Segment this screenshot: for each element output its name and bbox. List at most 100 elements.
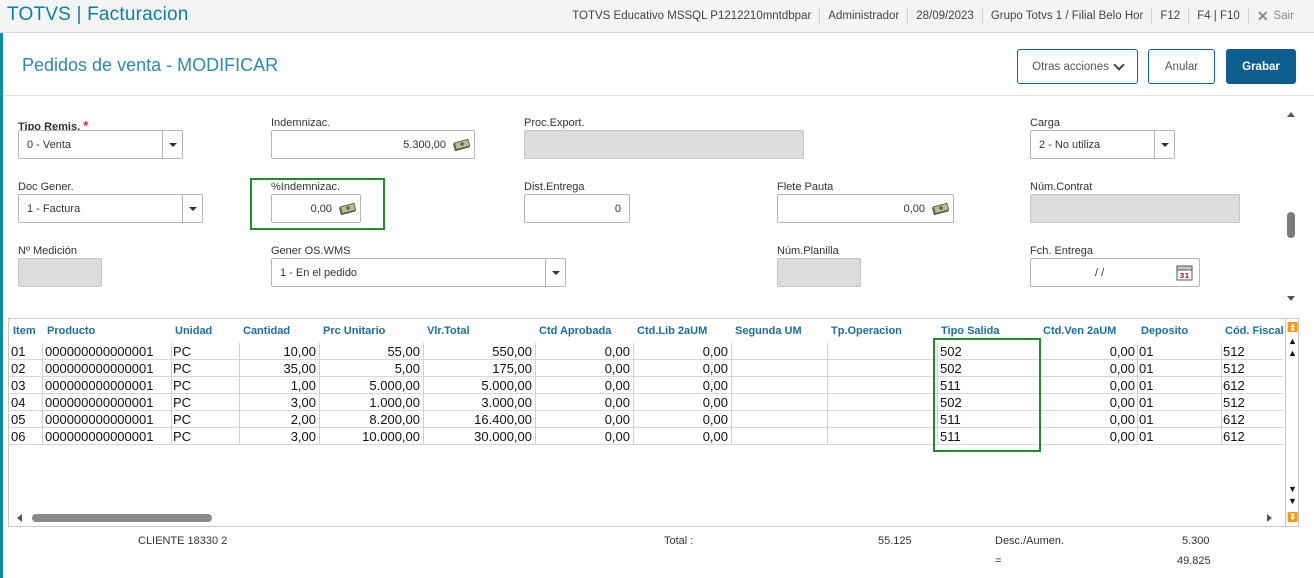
first-record-icon[interactable]: ⏫ [1287,321,1298,333]
doc-gener-select[interactable]: 1 - Factura [18,194,203,223]
cell-producto[interactable]: 000000000000001 [45,361,169,376]
cell-segunda-um[interactable] [733,344,823,359]
cell-tp-operacion[interactable] [829,378,933,393]
cell-deposito[interactable]: 01 [1139,361,1217,376]
cell-deposito[interactable]: 01 [1139,429,1217,444]
cell-deposito[interactable]: 01 [1139,378,1217,393]
cell-cod-fiscal[interactable]: 612 [1223,429,1281,444]
cell-ctd-ven-2aum[interactable]: 0,00 [1041,412,1135,427]
cell-vlr-total[interactable]: 175,00 [425,361,532,376]
page-down-icon[interactable]: ▼ [1287,495,1298,507]
col-header-ctd-ven-2aum[interactable]: Ctd.Ven 2aUM [1043,325,1116,337]
cell-prc-unitario[interactable]: 5,00 [321,361,420,376]
environment-label[interactable]: TOTVS Educativo MSSQL P1212210mntdbpar [564,7,819,25]
cell-item[interactable]: 04 [11,395,39,410]
chevron-down-icon[interactable] [1154,131,1174,158]
cell-segunda-um[interactable] [733,412,823,427]
cell-cantidad[interactable]: 3,00 [241,395,316,410]
cell-vlr-total[interactable]: 3.000,00 [425,395,532,410]
indemnizac-field[interactable]: 5.300,00 [271,130,475,159]
cell-vlr-total[interactable]: 550,00 [425,344,532,359]
table-row[interactable]: 06 000000000000001 PC 3,00 10.000,00 30.000,0… [9,428,1283,445]
previous-record-icon[interactable]: ▲ [1287,347,1298,359]
dist-entrega-field[interactable]: 0 [524,194,630,223]
table-row[interactable]: 04 000000000000001 PC 3,00 1.000,00 3.000,00 0… [9,394,1283,411]
chevron-down-icon[interactable] [162,131,182,158]
other-actions-button[interactable]: Otras acciones [1017,49,1138,84]
cell-prc-unitario[interactable]: 55,00 [321,344,420,359]
scroll-thumb[interactable] [32,514,212,522]
cell-prc-unitario[interactable]: 8.200,00 [321,412,420,427]
cell-cod-fiscal[interactable]: 512 [1223,344,1281,359]
cell-unidad[interactable]: PC [173,378,233,393]
cell-cod-fiscal[interactable]: 512 [1223,395,1281,410]
cell-cod-fiscal[interactable]: 512 [1223,361,1281,376]
col-header-prc-unitario[interactable]: Prc Unitario [323,325,385,337]
cell-prc-unitario[interactable]: 5.000,00 [321,378,420,393]
cell-producto[interactable]: 000000000000001 [45,378,169,393]
cell-ctd-ven-2aum[interactable]: 0,00 [1041,378,1135,393]
cell-ctd-lib-2aum[interactable]: 0,00 [635,378,728,393]
cell-tp-operacion[interactable] [829,395,933,410]
cell-ctd-aprobada[interactable]: 0,00 [537,361,630,376]
cell-producto[interactable]: 000000000000001 [45,344,169,359]
cell-ctd-aprobada[interactable]: 0,00 [537,378,630,393]
table-row[interactable]: 05 000000000000001 PC 2,00 8.200,00 16.400,00… [9,411,1283,428]
cell-deposito[interactable]: 01 [1139,344,1217,359]
cell-ctd-aprobada[interactable]: 0,00 [537,344,630,359]
tipo-remis-select[interactable]: 0 - Venta [18,130,183,159]
cell-tp-operacion[interactable] [829,344,933,359]
last-record-icon[interactable]: ⏬ [1287,511,1298,523]
money-icon[interactable] [932,202,949,215]
chevron-down-icon[interactable] [182,195,202,222]
page-up-icon[interactable]: ▲ [1287,335,1298,347]
table-row[interactable]: 01 000000000000001 PC 10,00 55,00 550,00 0,00 0… [9,343,1283,360]
cell-cantidad[interactable]: 35,00 [241,361,316,376]
date-label[interactable]: 28/09/2023 [907,7,982,25]
col-header-tipo-salida[interactable]: Tipo Salida [941,325,999,337]
cell-prc-unitario[interactable]: 10.000,00 [321,429,420,444]
cell-segunda-um[interactable] [733,395,823,410]
cell-vlr-total[interactable]: 16.400,00 [425,412,532,427]
cell-ctd-ven-2aum[interactable]: 0,00 [1041,429,1135,444]
cell-cod-fiscal[interactable]: 612 [1223,378,1281,393]
cell-deposito[interactable]: 01 [1139,412,1217,427]
cell-item[interactable]: 02 [11,361,39,376]
col-header-cantidad[interactable]: Cantidad [243,325,290,337]
cell-cantidad[interactable]: 10,00 [241,344,316,359]
cancel-button[interactable]: Anular [1148,49,1215,84]
scroll-right-arrow-icon[interactable] [1267,514,1272,522]
shortcut-f12[interactable]: F12 [1151,7,1188,25]
scroll-up-arrow-icon[interactable] [1287,112,1295,117]
table-row[interactable]: 03 000000000000001 PC 1,00 5.000,00 5.000,00 0… [9,377,1283,394]
cell-tp-operacion[interactable] [829,429,933,444]
cell-cantidad[interactable]: 1,00 [241,378,316,393]
table-row[interactable]: 02 000000000000001 PC 35,00 5,00 175,00 0,00 0,… [9,360,1283,377]
cell-ctd-aprobada[interactable]: 0,00 [537,395,630,410]
scroll-down-arrow-icon[interactable] [1287,296,1295,301]
money-icon[interactable] [339,202,356,215]
cell-ctd-ven-2aum[interactable]: 0,00 [1041,361,1135,376]
logout-button[interactable]: ✕ Sair [1247,7,1302,25]
col-header-deposito[interactable]: Deposito [1141,325,1188,337]
branch-label[interactable]: Grupo Totvs 1 / Filial Belo Hor [981,7,1152,25]
form-scrollbar[interactable] [1284,100,1298,308]
cell-segunda-um[interactable] [733,429,823,444]
cell-unidad[interactable]: PC [173,395,233,410]
col-header-segunda-um[interactable]: Segunda UM [735,325,802,337]
cell-segunda-um[interactable] [733,361,823,376]
scroll-thumb[interactable] [1287,212,1295,238]
cell-unidad[interactable]: PC [173,344,233,359]
money-icon[interactable] [453,138,470,151]
grid-horizontal-scrollbar[interactable] [9,512,1283,526]
cell-unidad[interactable]: PC [173,429,233,444]
cell-item[interactable]: 03 [11,378,39,393]
col-header-item[interactable]: Item [13,325,36,337]
cell-ctd-aprobada[interactable]: 0,00 [537,429,630,444]
cell-producto[interactable]: 000000000000001 [45,412,169,427]
cell-segunda-um[interactable] [733,378,823,393]
col-header-vlr-total[interactable]: Vlr.Total [427,325,470,337]
carga-select[interactable]: 2 - No utiliza [1030,130,1175,159]
cell-vlr-total[interactable]: 30.000,00 [425,429,532,444]
cell-cantidad[interactable]: 2,00 [241,412,316,427]
